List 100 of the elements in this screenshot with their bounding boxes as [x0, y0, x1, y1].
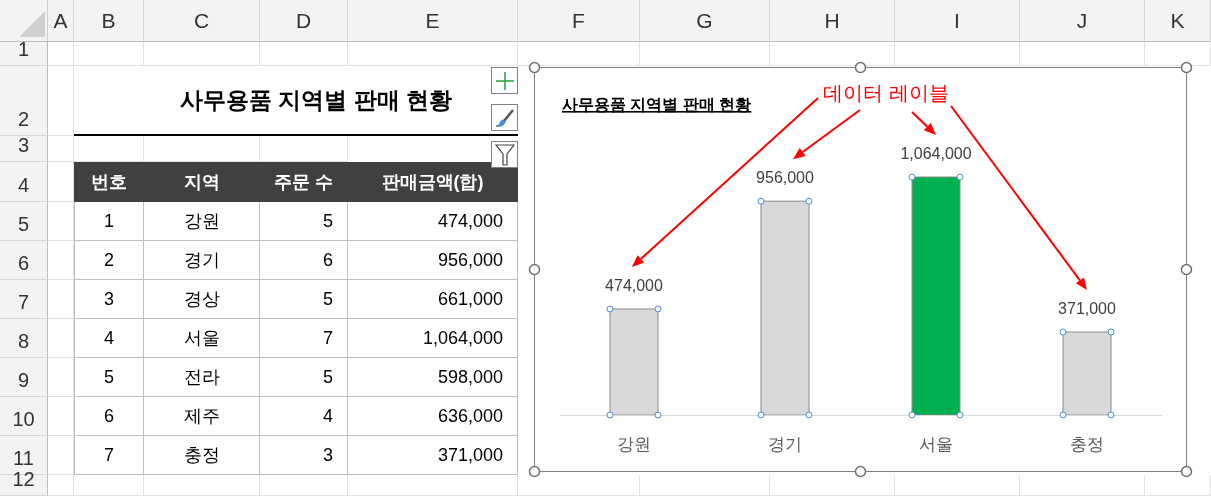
grid-cell[interactable] [260, 42, 348, 66]
column-header[interactable]: H [770, 0, 895, 42]
column-header[interactable]: E [348, 0, 518, 42]
table-cell: 7 [74, 436, 144, 475]
grid-cell[interactable] [48, 66, 74, 136]
grid-cell[interactable] [48, 358, 74, 397]
table-cell: 3 [260, 436, 348, 475]
grid-cell[interactable] [144, 42, 260, 66]
row-header[interactable]: 10 [0, 397, 48, 436]
grid-cell[interactable] [640, 475, 770, 496]
add-chart-element-button[interactable] [491, 67, 518, 94]
column-header[interactable]: G [640, 0, 770, 42]
row-header[interactable]: 9 [0, 358, 48, 397]
row-header[interactable]: 3 [0, 136, 48, 162]
row-header[interactable]: 8 [0, 319, 48, 358]
table-cell: 6 [260, 241, 348, 280]
grid-cell[interactable] [1020, 475, 1145, 496]
column-header[interactable]: C [144, 0, 260, 42]
grid-cell[interactable] [640, 42, 770, 66]
grid-cell[interactable] [48, 241, 74, 280]
row-header[interactable]: 6 [0, 241, 48, 280]
row-header[interactable]: 2 [0, 66, 48, 136]
resize-handle[interactable] [854, 61, 867, 74]
grid-cell[interactable] [48, 202, 74, 241]
table-cell: 5 [260, 280, 348, 319]
chart-filters-button[interactable] [491, 141, 518, 168]
table-cell: 1,064,000 [348, 319, 518, 358]
resize-handle[interactable] [1180, 465, 1193, 478]
table-cell: 6 [74, 397, 144, 436]
column-header[interactable]: B [74, 0, 144, 42]
grid-cell[interactable] [48, 136, 74, 162]
table-header-cell: 주문 수 [260, 162, 348, 202]
row-header[interactable]: 7 [0, 280, 48, 319]
table-cell: 5 [260, 202, 348, 241]
grid-cell[interactable] [48, 42, 74, 66]
table-cell: 371,000 [348, 436, 518, 475]
grid-cell[interactable] [48, 319, 74, 358]
grid-cell[interactable] [895, 42, 1020, 66]
row-header[interactable]: 5 [0, 202, 48, 241]
paintbrush-icon [494, 107, 515, 128]
table-cell: 4 [260, 397, 348, 436]
resize-handle[interactable] [528, 465, 541, 478]
plus-icon [494, 70, 515, 91]
annotation-arrow [911, 111, 936, 135]
table-cell: 경상 [144, 280, 260, 319]
table-cell: 7 [260, 319, 348, 358]
category-label: 경기 [768, 435, 802, 454]
table-cell: 강원 [144, 202, 260, 241]
data-label: 956,000 [756, 169, 814, 187]
table-cell: 598,000 [348, 358, 518, 397]
resize-handle[interactable] [854, 465, 867, 478]
grid-cell[interactable] [348, 42, 518, 66]
table-cell: 전라 [144, 358, 260, 397]
chart-title: 사무용품 지역별 판매 현황 [562, 96, 752, 113]
category-label: 충정 [1070, 435, 1104, 454]
resize-handle[interactable] [1180, 61, 1193, 74]
select-all-icon[interactable] [19, 11, 45, 37]
table-header-cell: 판매금액(합) [348, 162, 518, 202]
grid-cell[interactable] [1020, 42, 1145, 66]
table-cell: 3 [74, 280, 144, 319]
column-header[interactable]: A [48, 0, 74, 42]
table-cell: 956,000 [348, 241, 518, 280]
grid-cell[interactable] [74, 475, 144, 496]
funnel-icon [494, 143, 515, 166]
data-label: 371,000 [1058, 300, 1116, 317]
grid-cell[interactable] [74, 42, 144, 66]
table-cell: 경기 [144, 241, 260, 280]
table-cell: 636,000 [348, 397, 518, 436]
grid-cell[interactable] [144, 475, 260, 496]
column-header[interactable]: D [260, 0, 348, 42]
column-header[interactable]: F [518, 0, 640, 42]
table-header-cell: 지역 [144, 162, 260, 202]
table-cell: 서울 [144, 319, 260, 358]
grid-cell[interactable] [48, 436, 74, 475]
table-cell: 5 [260, 358, 348, 397]
table-header-cell: 번호 [74, 162, 144, 202]
grid-cell[interactable] [260, 475, 348, 496]
row-header[interactable]: 4 [0, 162, 48, 202]
chart-styles-button[interactable] [491, 104, 518, 131]
data-label: 474,000 [605, 276, 663, 294]
grid-cell[interactable] [348, 475, 518, 496]
data-label: 1,064,000 [900, 145, 972, 162]
table-cell: 474,000 [348, 202, 518, 241]
grid-cell[interactable] [48, 397, 74, 436]
resize-handle[interactable] [1180, 263, 1193, 276]
resize-handle[interactable] [528, 61, 541, 74]
table-cell: 2 [74, 241, 144, 280]
table-cell: 1 [74, 202, 144, 241]
table-cell: 제주 [144, 397, 260, 436]
table-cell: 661,000 [348, 280, 518, 319]
row-header[interactable]: 1 [0, 42, 48, 66]
table-cell: 4 [74, 319, 144, 358]
grid-cell[interactable] [48, 475, 74, 496]
column-header[interactable]: J [1020, 0, 1145, 42]
column-header[interactable]: K [1145, 0, 1211, 42]
grid-cell[interactable] [48, 280, 74, 319]
resize-handle[interactable] [528, 263, 541, 276]
grid-cell[interactable] [895, 475, 1020, 496]
column-header[interactable]: I [895, 0, 1020, 42]
table-cell: 충정 [144, 436, 260, 475]
